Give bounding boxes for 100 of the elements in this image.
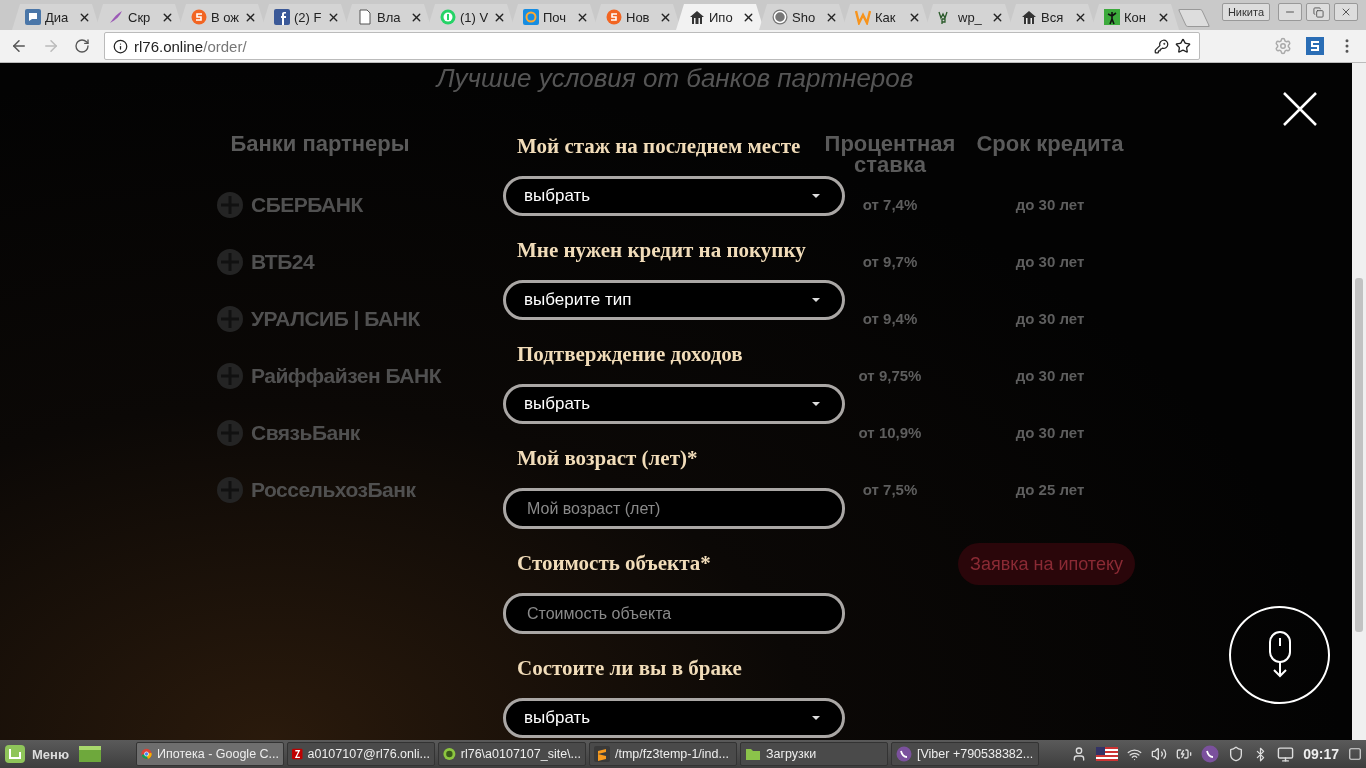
browser-tab[interactable]: (1) V [427, 4, 515, 30]
browser-tab[interactable]: Скр [95, 4, 183, 30]
favicon-icon [141, 746, 152, 762]
favicon-icon [443, 746, 456, 762]
taskbar-window[interactable]: [Viber +790538382... [891, 742, 1039, 766]
favicon-icon [1021, 9, 1037, 25]
bank-logo-text: СвязьБанк [251, 420, 360, 445]
favicon-icon [440, 9, 456, 25]
bank-logo-icon [215, 246, 245, 277]
term-text: до 30 лет [1015, 253, 1085, 270]
browser-tab[interactable]: (2) F [261, 4, 349, 30]
close-icon [1340, 6, 1352, 18]
browser-tab[interactable]: Sho [759, 4, 847, 30]
input-field[interactable]: Мой возраст (лет) [503, 488, 845, 529]
bank-logo-text: РоссельхозБанк [251, 477, 416, 502]
field-label: Подтверждение доходов [516, 341, 744, 367]
favicon-icon [689, 9, 705, 25]
taskbar-window[interactable]: a0107107@rl76.onli... [287, 742, 435, 766]
browser-tab[interactable]: В ож [178, 4, 266, 30]
flag-icon [1096, 747, 1119, 761]
favicon-icon [855, 9, 871, 25]
column-header: Банки партнеры [229, 133, 411, 158]
favicon-icon [523, 9, 539, 25]
browser-tab[interactable]: Вся [1008, 4, 1096, 30]
caret-icon [812, 194, 820, 198]
favicon-icon [108, 9, 124, 25]
back-icon[interactable] [10, 37, 28, 55]
info-icon [113, 38, 128, 54]
rate-text: от 10,9% [858, 424, 922, 441]
rate-text: от 7,5% [862, 481, 918, 498]
restore-icon [1312, 6, 1324, 18]
browser-tab[interactable]: Диа [12, 4, 100, 30]
reload-icon[interactable] [74, 38, 90, 54]
taskbar-window[interactable]: Загрузки [740, 742, 888, 766]
taskbar-window[interactable]: /tmp/fz3temp-1/ind... [589, 742, 737, 766]
favicon-icon [292, 746, 303, 762]
bank-logo-icon [215, 417, 245, 448]
dropdown[interactable]: выбрать [503, 176, 845, 216]
favicon-icon [25, 9, 41, 25]
browser-tab[interactable]: Кон [1091, 4, 1179, 30]
bank-logo-text: СБЕРБАНК [251, 192, 363, 217]
rate-text: от 9,7% [862, 253, 918, 270]
menu-label[interactable]: Меню [32, 746, 69, 762]
bank-logo-text: Райффайзен БАНК [251, 363, 441, 388]
favicon-icon [274, 9, 290, 25]
scroll-down-button[interactable] [1229, 606, 1330, 704]
bank-logo-icon [215, 303, 245, 334]
browser-tab[interactable]: Как [842, 4, 930, 30]
browser-tab[interactable]: Нов [593, 4, 681, 30]
address-field[interactable]: rl76.online/order/ [104, 32, 1200, 60]
rate-text: от 9,4% [862, 310, 918, 327]
column-header: Срок кредита [975, 133, 1125, 158]
term-text: до 25 лет [1015, 481, 1085, 498]
favicon-icon [896, 746, 912, 762]
viber-icon [1201, 745, 1220, 763]
browser-tab[interactable]: Вла [344, 4, 432, 30]
clock: 09:17 [1303, 746, 1339, 762]
volume-icon [1151, 746, 1168, 762]
taskbar-window[interactable]: rl76\a0107107_site\... [438, 742, 586, 766]
restore-button[interactable] [1306, 3, 1330, 21]
bank-logo-icon [215, 474, 245, 505]
section-heading: Лучшие условия от банков партнеров [434, 63, 915, 93]
desktop-icon[interactable] [78, 744, 102, 764]
show-desktop-icon [1348, 747, 1362, 761]
field-label: Стоимость объекта* [516, 550, 712, 576]
input-field[interactable]: Стоимость объекта [503, 593, 845, 634]
favicon-icon [606, 9, 622, 25]
profile-button[interactable]: Никита [1221, 3, 1270, 21]
shield-icon [1228, 746, 1245, 762]
browser-tab[interactable]: Поч [510, 4, 598, 30]
term-text: до 30 лет [1015, 367, 1085, 384]
favicon-icon [772, 9, 788, 25]
star-icon[interactable] [1175, 38, 1191, 54]
favicon-icon [594, 746, 610, 762]
caret-icon [812, 298, 820, 302]
scrollbar[interactable] [1352, 63, 1366, 740]
browser-tab[interactable]: wp_ [925, 4, 1013, 30]
close-icon[interactable] [1283, 92, 1317, 126]
display-icon [1277, 745, 1295, 763]
mint-logo-icon[interactable] [4, 744, 26, 764]
bank-logo-text: УРАЛСИБ | БАНК [251, 306, 420, 331]
close-window-button[interactable] [1334, 3, 1358, 21]
column-header: Процентная ставка [823, 133, 957, 176]
favicon-icon [1104, 9, 1120, 25]
field-label: Мой возраст (лет)* [516, 445, 699, 471]
favicon-icon [745, 746, 761, 762]
dropdown[interactable]: выбрать [503, 698, 845, 738]
dropdown[interactable]: выбрать [503, 384, 845, 424]
browser-tab[interactable]: Ипо [676, 4, 764, 30]
term-text: до 30 лет [1015, 310, 1085, 327]
battery-icon [1176, 746, 1193, 762]
bank-logo-icon [215, 189, 245, 220]
caret-icon [812, 402, 820, 406]
dropdown[interactable]: выберите тип [503, 280, 845, 320]
term-text: до 30 лет [1015, 196, 1085, 213]
bank-logo-icon [215, 360, 245, 391]
key-icon[interactable] [1154, 38, 1169, 54]
rate-text: от 7,4% [862, 196, 918, 213]
extension-icon[interactable] [1306, 37, 1324, 55]
taskbar-window[interactable]: Ипотека - Google C... [136, 742, 284, 766]
